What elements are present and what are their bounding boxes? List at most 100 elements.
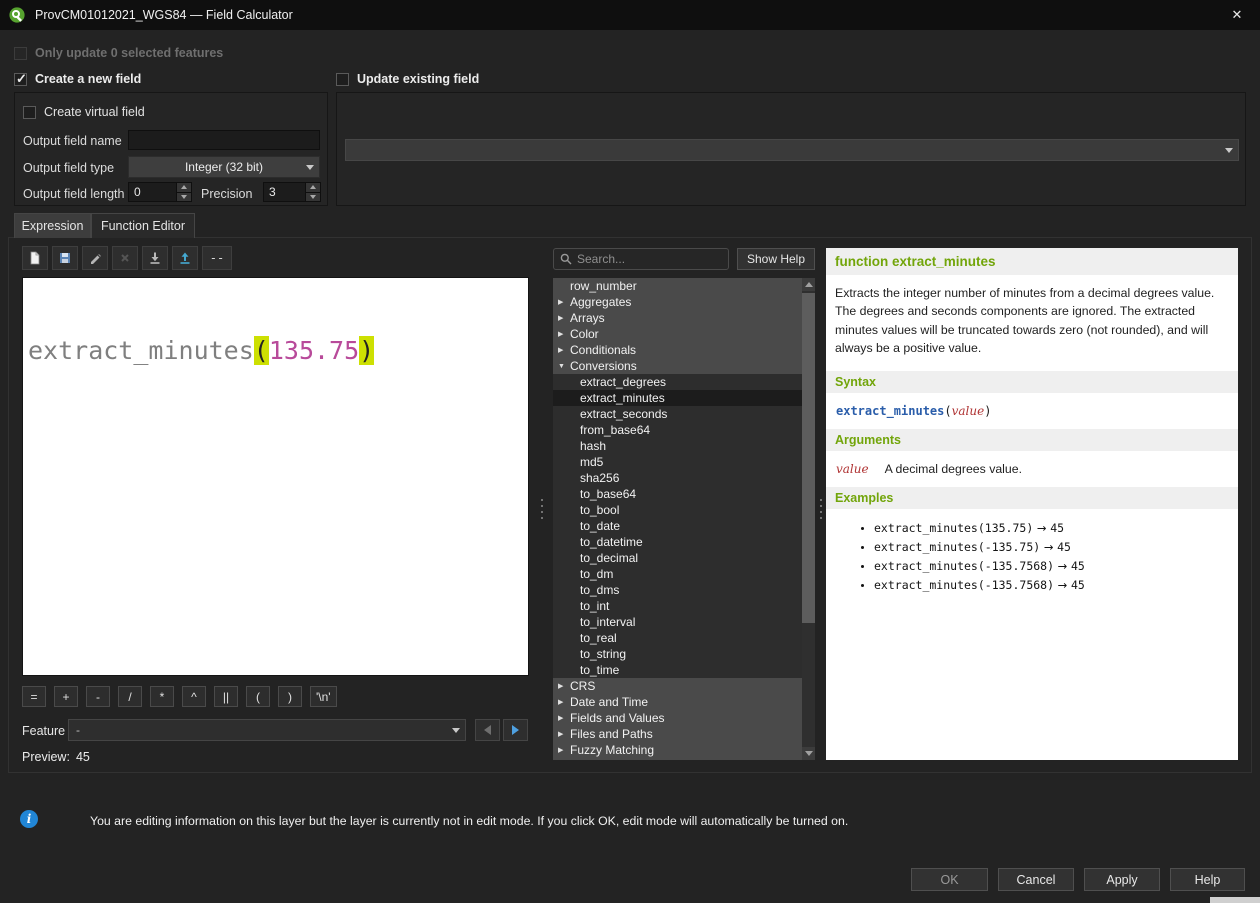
checkbox[interactable] (23, 106, 36, 119)
operator-button-minus[interactable]: - (86, 686, 110, 707)
operator-button-power[interactable]: ^ (182, 686, 206, 707)
tree-item-fields-and-values[interactable]: ▶Fields and Values (553, 710, 802, 726)
tree-item-fuzzy-matching[interactable]: ▶Fuzzy Matching (553, 742, 802, 758)
tab-function-editor[interactable]: Function Editor (91, 213, 195, 238)
save-expression-button[interactable] (52, 246, 78, 270)
chevron-down-icon[interactable]: ▼ (558, 363, 570, 370)
checkbox[interactable] (14, 47, 27, 60)
tree-item-to-string[interactable]: to_string (553, 646, 802, 662)
create-new-field-checkbox[interactable]: ✓ Create a new field (14, 72, 141, 86)
chevron-right-icon[interactable]: ▶ (558, 714, 570, 722)
tree-item-to-dm[interactable]: to_dm (553, 566, 802, 582)
tree-item-row-number[interactable]: row_number (553, 278, 802, 294)
tree-scrollbar[interactable] (802, 278, 815, 760)
tree-item-conversions[interactable]: ▼Conversions (553, 358, 802, 374)
chevron-right-icon[interactable]: ▶ (558, 682, 570, 690)
splitter-handle[interactable] (538, 492, 546, 526)
remove-expression-button[interactable] (112, 246, 138, 270)
tab-expression[interactable]: Expression (14, 213, 91, 238)
operator-button-close-paren[interactable]: ) (278, 686, 302, 707)
operator-button-concatenate[interactable]: || (214, 686, 238, 707)
tree-item-hash[interactable]: hash (553, 438, 802, 454)
tree-item-sha256[interactable]: sha256 (553, 470, 802, 486)
operator-button-plus[interactable]: + (54, 686, 78, 707)
only-update-selected-checkbox[interactable]: Only update 0 selected features (14, 46, 223, 60)
tree-item-extract-seconds[interactable]: extract_seconds (553, 406, 802, 422)
tree-item-to-bool[interactable]: to_bool (553, 502, 802, 518)
show-help-button[interactable]: Show Help (737, 248, 815, 270)
spinner-buttons[interactable] (305, 183, 320, 201)
spin-down-icon[interactable] (176, 192, 191, 202)
chevron-down-icon (301, 157, 319, 177)
checkbox-checked[interactable]: ✓ (14, 73, 27, 86)
tree-item-to-dms[interactable]: to_dms (553, 582, 802, 598)
chevron-right-icon[interactable]: ▶ (558, 746, 570, 754)
import-expressions-button[interactable] (142, 246, 168, 270)
new-expression-button[interactable] (22, 246, 48, 270)
tree-item-to-date[interactable]: to_date (553, 518, 802, 534)
operator-button-divide[interactable]: / (118, 686, 142, 707)
feature-combobox[interactable]: - (68, 719, 466, 741)
comment-button[interactable]: -- (202, 246, 232, 270)
tree-item-to-decimal[interactable]: to_decimal (553, 550, 802, 566)
tree-item-label: from_base64 (580, 423, 650, 437)
tree-item-to-interval[interactable]: to_interval (553, 614, 802, 630)
existing-field-combobox[interactable] (345, 139, 1239, 161)
apply-button[interactable]: Apply (1084, 868, 1160, 891)
chevron-right-icon[interactable]: ▶ (558, 730, 570, 738)
close-button[interactable]: ✕ (1214, 0, 1260, 30)
cancel-button[interactable]: Cancel (998, 868, 1074, 891)
tree-item-files-and-paths[interactable]: ▶Files and Paths (553, 726, 802, 742)
chevron-right-icon[interactable]: ▶ (558, 298, 570, 306)
update-existing-field-checkbox[interactable]: Update existing field (336, 72, 479, 86)
next-feature-button[interactable] (503, 719, 528, 741)
tree-item-md5[interactable]: md5 (553, 454, 802, 470)
tree-item-to-int[interactable]: to_int (553, 598, 802, 614)
scroll-up-button[interactable] (802, 278, 815, 291)
tree-item-extract-degrees[interactable]: extract_degrees (553, 374, 802, 390)
tree-item-aggregates[interactable]: ▶Aggregates (553, 294, 802, 310)
tree-item-to-time[interactable]: to_time (553, 662, 802, 678)
edit-expression-button[interactable] (82, 246, 108, 270)
output-field-name-input[interactable] (128, 130, 320, 150)
tree-item-to-base64[interactable]: to_base64 (553, 486, 802, 502)
operator-button-multiply[interactable]: * (150, 686, 174, 707)
precision-spinner[interactable]: 3 (263, 182, 321, 202)
tree-item-arrays[interactable]: ▶Arrays (553, 310, 802, 326)
chevron-right-icon[interactable]: ▶ (558, 346, 570, 354)
spinner-buttons[interactable] (176, 183, 191, 201)
tree-item-from-base64[interactable]: from_base64 (553, 422, 802, 438)
export-expressions-button[interactable] (172, 246, 198, 270)
create-virtual-field-checkbox[interactable]: Create virtual field (23, 105, 145, 119)
previous-feature-button[interactable] (475, 719, 500, 741)
right-arrow-icon (512, 725, 519, 735)
checkbox[interactable] (336, 73, 349, 86)
tree-item-color[interactable]: ▶Color (553, 326, 802, 342)
help-button[interactable]: Help (1170, 868, 1245, 891)
scroll-down-button[interactable] (802, 747, 815, 760)
chevron-right-icon[interactable]: ▶ (558, 330, 570, 338)
splitter-handle[interactable] (817, 492, 825, 526)
spin-down-icon[interactable] (305, 192, 320, 202)
tree-item-to-real[interactable]: to_real (553, 630, 802, 646)
search-box[interactable] (553, 248, 729, 270)
operator-button-equals[interactable]: = (22, 686, 46, 707)
tree-item-crs[interactable]: ▶CRS (553, 678, 802, 694)
function-tree[interactable]: row_number▶Aggregates▶Arrays▶Color▶Condi… (553, 278, 802, 760)
output-field-length-spinner[interactable]: 0 (128, 182, 192, 202)
spin-up-icon[interactable] (176, 183, 191, 192)
tree-item-extract-minutes[interactable]: extract_minutes (553, 390, 802, 406)
chevron-right-icon[interactable]: ▶ (558, 314, 570, 322)
tree-item-conditionals[interactable]: ▶Conditionals (553, 342, 802, 358)
expression-editor[interactable]: extract_minutes(135.75) (22, 277, 529, 676)
tree-item-to-datetime[interactable]: to_datetime (553, 534, 802, 550)
scrollbar-thumb[interactable] (802, 293, 815, 623)
operator-button-newline[interactable]: '\n' (310, 686, 337, 707)
spin-up-icon[interactable] (305, 183, 320, 192)
output-field-type-combobox[interactable]: Integer (32 bit) (128, 156, 320, 178)
operator-button-open-paren[interactable]: ( (246, 686, 270, 707)
chevron-right-icon[interactable]: ▶ (558, 698, 570, 706)
search-input[interactable] (577, 252, 715, 266)
tree-item-date-and-time[interactable]: ▶Date and Time (553, 694, 802, 710)
ok-button[interactable]: OK (911, 868, 988, 891)
